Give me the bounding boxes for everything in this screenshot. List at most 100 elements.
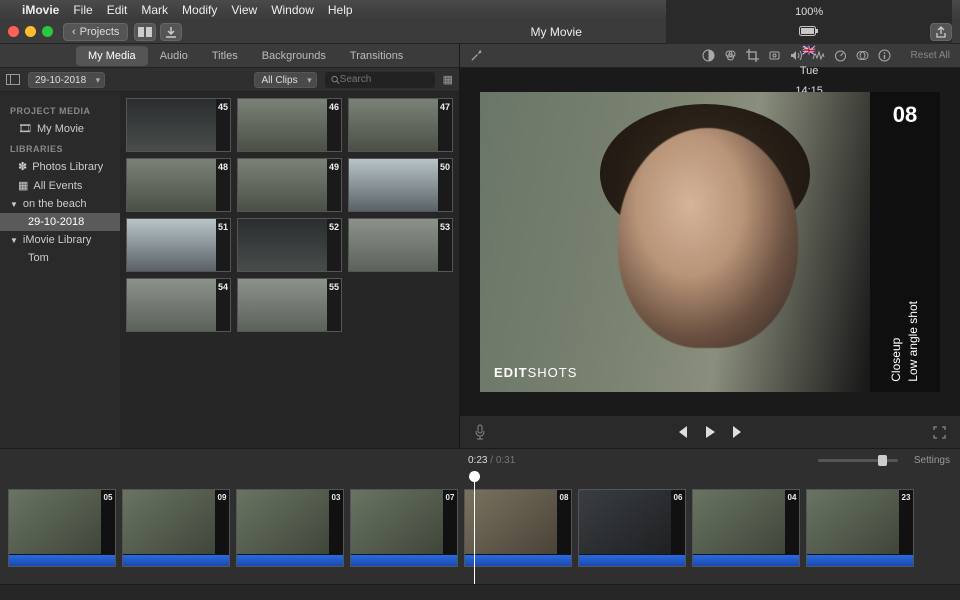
disclosure-down-icon: ▼	[10, 200, 18, 209]
audio-track[interactable]	[807, 554, 913, 566]
tab-backgrounds[interactable]: Backgrounds	[250, 46, 338, 66]
sidebar-item-label: 29-10-2018	[28, 216, 84, 228]
minimize-button[interactable]	[25, 26, 36, 37]
preview-frame: EDITSHOTS 08 CloseupLow angle shot	[480, 92, 940, 392]
back-projects-button[interactable]: ‹ Projects	[63, 23, 128, 41]
prev-button[interactable]	[675, 426, 689, 438]
menu-mark[interactable]: Mark	[141, 3, 168, 17]
clip-thumbnail[interactable]: 45	[126, 98, 231, 152]
import-button[interactable]	[160, 23, 182, 41]
clip-number: 47	[440, 102, 450, 112]
enhance-icon[interactable]	[470, 49, 483, 62]
clip-number: 49	[329, 162, 339, 172]
clip-thumbnail[interactable]: 50	[348, 158, 453, 212]
close-button[interactable]	[8, 26, 19, 37]
color-balance-icon[interactable]	[702, 49, 715, 62]
timeline-clip[interactable]: 08	[464, 489, 572, 567]
timeline-clip[interactable]: 06	[578, 489, 686, 567]
tab-titles[interactable]: Titles	[200, 46, 250, 66]
layout-toggle-button[interactable]	[134, 23, 156, 41]
clip-number: 53	[440, 222, 450, 232]
disclosure-down-icon: ▼	[10, 236, 18, 245]
tab-transitions[interactable]: Transitions	[338, 46, 415, 66]
clip-thumbnail[interactable]: 48	[126, 158, 231, 212]
sidebar-item-tom[interactable]: Tom	[0, 249, 120, 267]
shot-info-strip: 08 CloseupLow angle shot	[870, 92, 940, 392]
audio-track[interactable]	[9, 554, 115, 566]
reset-all-button[interactable]: Reset All	[911, 50, 950, 61]
sidebar-item-all-events[interactable]: ▦All Events	[0, 176, 120, 195]
fullscreen-icon[interactable]	[933, 426, 946, 439]
menu-view[interactable]: View	[231, 3, 257, 17]
audio-track[interactable]	[351, 554, 457, 566]
app-menu[interactable]: iMovie	[22, 3, 59, 17]
clip-number: 51	[218, 222, 228, 232]
sidebar-item-date[interactable]: 29-10-2018	[0, 213, 120, 231]
audio-track[interactable]	[693, 554, 799, 566]
clip-thumbnail[interactable]: 52	[237, 218, 342, 272]
clip-filter-icon[interactable]	[856, 49, 869, 62]
tab-audio[interactable]: Audio	[148, 46, 200, 66]
next-button[interactable]	[731, 426, 745, 438]
zoom-slider[interactable]	[818, 459, 898, 462]
media-browser: My Media Audio Titles Backgrounds Transi…	[0, 44, 460, 448]
fullscreen-button[interactable]	[42, 26, 53, 37]
menu-modify[interactable]: Modify	[182, 3, 217, 17]
audio-track[interactable]	[465, 554, 571, 566]
menu-file[interactable]: File	[73, 3, 92, 17]
volume-icon[interactable]	[790, 49, 803, 62]
sidebar-item-photos[interactable]: ✽Photos Library	[0, 157, 120, 176]
audio-track[interactable]	[123, 554, 229, 566]
timeline-clip[interactable]: 09	[122, 489, 230, 567]
speed-icon[interactable]	[834, 49, 847, 62]
timeline-track[interactable]: 05 09 03 07 08 06 04 23	[0, 471, 960, 584]
zoom-control: Settings	[818, 455, 950, 466]
crop-icon[interactable]	[746, 49, 759, 62]
menu-window[interactable]: Window	[271, 3, 314, 17]
timeline-settings-button[interactable]: Settings	[914, 455, 950, 466]
play-button[interactable]	[703, 425, 717, 439]
sidebar-toggle-icon[interactable]	[6, 74, 20, 85]
timeline-clip[interactable]: 05	[8, 489, 116, 567]
clip-thumbnail[interactable]: 55	[237, 278, 342, 332]
preview-viewer[interactable]: EDITSHOTS 08 CloseupLow angle shot	[460, 68, 960, 416]
clips-filter-dropdown[interactable]: All Clips	[254, 72, 316, 88]
search-field[interactable]	[325, 72, 435, 88]
clock-day: Tue	[800, 65, 819, 77]
grid-view-icon[interactable]: ▦	[443, 73, 453, 86]
sidebar-item-label: All Events	[33, 180, 82, 192]
sidebar-item-on-the-beach[interactable]: ▼on the beach	[0, 195, 120, 213]
color-correction-icon[interactable]	[724, 49, 737, 62]
clip-thumbnail[interactable]: 54	[126, 278, 231, 332]
timeline-clip[interactable]: 07	[350, 489, 458, 567]
sidebar-item-my-movie[interactable]: 🎞My Movie	[0, 119, 120, 138]
clip-thumbnail[interactable]: 51	[126, 218, 231, 272]
timeline-clip[interactable]: 03	[236, 489, 344, 567]
voiceover-icon[interactable]	[474, 424, 486, 440]
zoom-thumb[interactable]	[878, 455, 887, 466]
clip-number: 55	[329, 282, 339, 292]
audio-track[interactable]	[237, 554, 343, 566]
clip-thumbnail[interactable]: 47	[348, 98, 453, 152]
clip-thumbnail[interactable]: 46	[237, 98, 342, 152]
timeline-clip[interactable]: 04	[692, 489, 800, 567]
battery-icon[interactable]	[799, 26, 819, 36]
audio-track[interactable]	[579, 554, 685, 566]
search-input[interactable]	[340, 74, 429, 85]
timeline: 0:23 / 0:31 Settings 05 09 03 07 08 06 0…	[0, 448, 960, 600]
share-button[interactable]	[930, 23, 952, 41]
stabilization-icon[interactable]	[768, 49, 781, 62]
clip-thumbnail[interactable]: 49	[237, 158, 342, 212]
tab-my-media[interactable]: My Media	[76, 46, 148, 66]
menu-help[interactable]: Help	[328, 3, 353, 17]
info-icon[interactable]	[878, 49, 891, 62]
input-flag[interactable]: 🇬🇧	[802, 44, 816, 57]
event-dropdown[interactable]: 29-10-2018	[28, 72, 105, 88]
sidebar-item-imovie-library[interactable]: ▼iMovie Library	[0, 231, 120, 249]
clip-number: 07	[446, 493, 455, 502]
browser-filter-bar: 29-10-2018 All Clips ▦	[0, 68, 459, 92]
clip-thumbnail[interactable]: 53	[348, 218, 453, 272]
menu-edit[interactable]: Edit	[107, 3, 128, 17]
timeline-clip[interactable]: 23	[806, 489, 914, 567]
playhead[interactable]	[474, 471, 475, 584]
